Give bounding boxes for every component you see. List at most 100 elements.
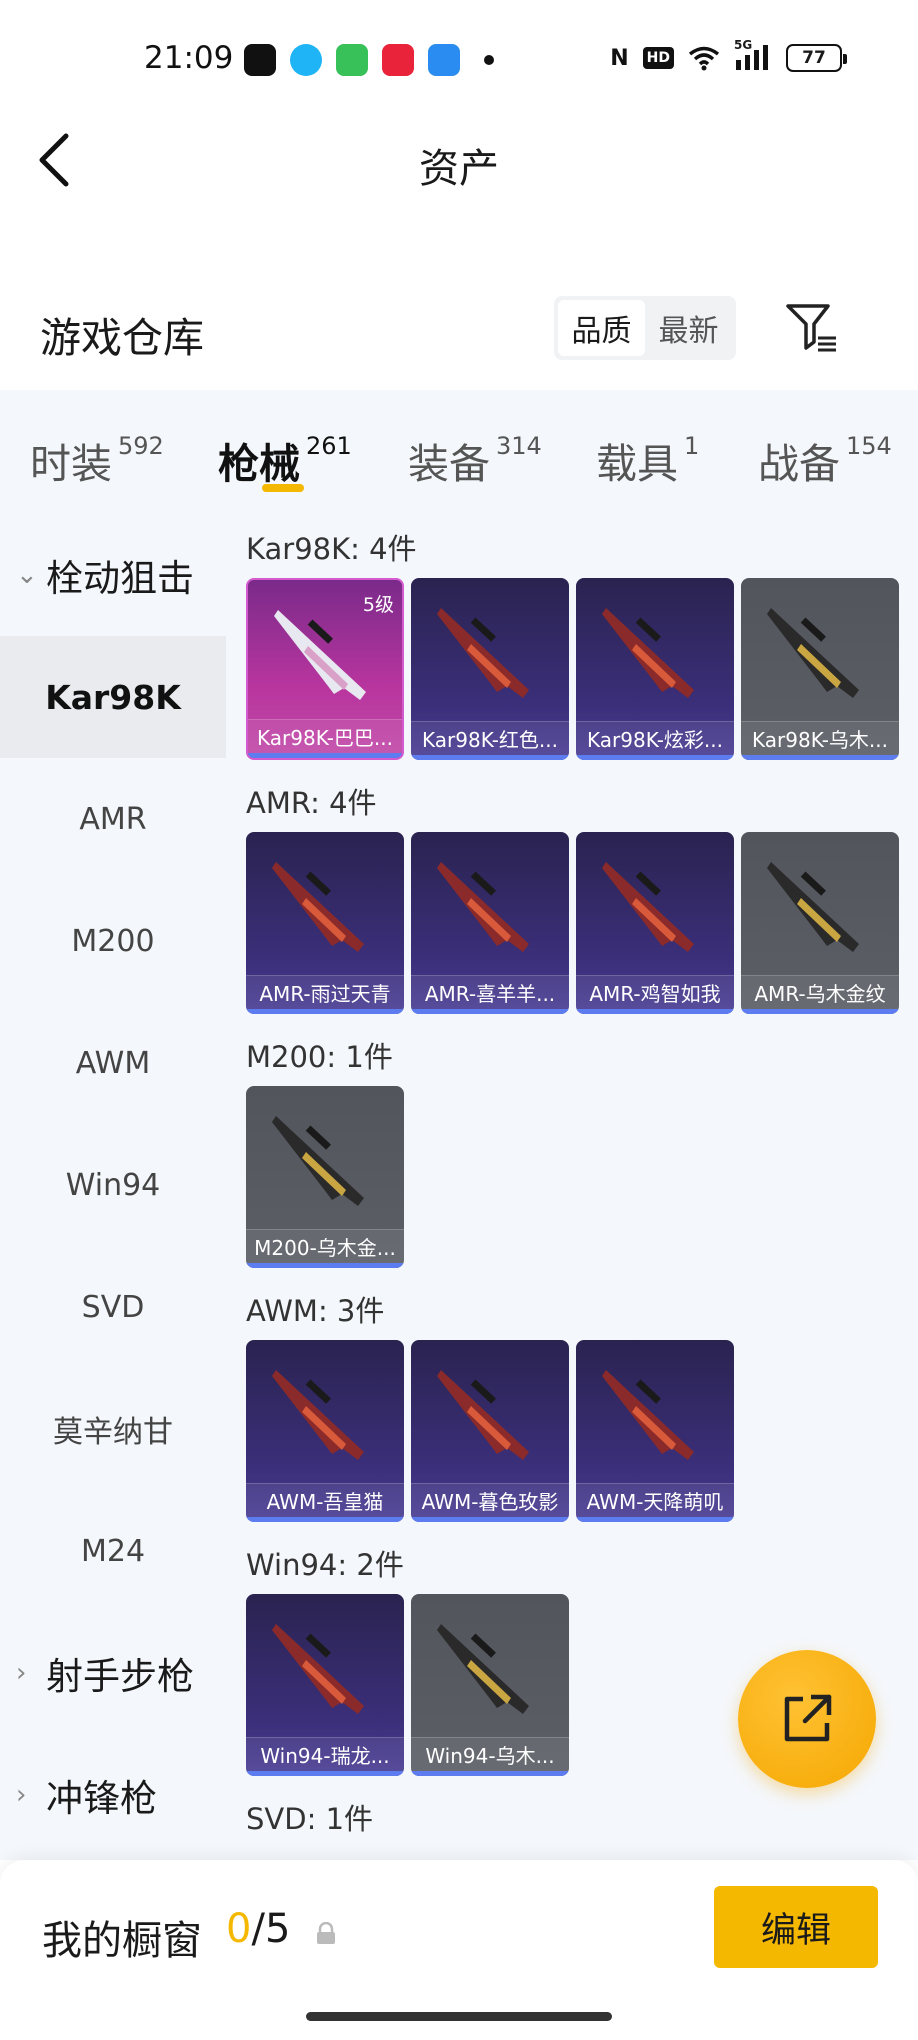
sidebar-item-svd[interactable]: SVD [0,1246,226,1368]
item-label: Win94-乌木... [411,1737,569,1771]
level-badge: 5级 [362,594,394,616]
more-notifications-icon [484,55,494,65]
item-label: Kar98K-乌木... [741,721,899,755]
item-label: Kar98K-红色... [411,721,569,755]
app-store-icon [428,44,460,76]
active-tab-indicator [262,484,304,492]
status-time: 21:09 [144,40,234,76]
tab-label: 载具 [596,440,678,488]
item-card[interactable]: Win94-瑞龙... [246,1594,404,1776]
sidebar-item-kar98k[interactable]: Kar98K [0,636,226,758]
item-label: Kar98K-炫彩... [576,721,734,755]
page-title: 资产 [419,146,499,192]
rarity-line [576,1517,734,1522]
notification-icons [244,44,494,76]
item-card[interactable]: AWM-天降萌叽 [576,1340,734,1522]
item-card[interactable]: AWM-吾皇猫 [246,1340,404,1522]
group-title: SVD: 1件 [246,1802,374,1836]
rifle-icon [602,862,694,952]
item-card[interactable]: AMR-鸡智如我 [576,832,734,1014]
item-card[interactable]: AMR-雨过天青 [246,832,404,1014]
item-label: AWM-天降萌叽 [576,1483,734,1517]
group-title: Kar98K: 4件 [246,532,417,566]
item-card[interactable]: Kar98K-红色... [411,578,569,760]
sort-option-newest[interactable]: 最新 [645,300,732,356]
tab-label: 枪械 [218,440,300,488]
lock-icon [317,1922,335,1944]
tab-vehicles[interactable]: 载具 1 [596,430,699,490]
group-title: Win94: 2件 [246,1548,404,1582]
music-icon [382,44,414,76]
showcase-separator: / [251,1906,265,1952]
item-label: AWM-吾皇猫 [246,1483,404,1517]
messages-icon [336,44,368,76]
battery-icon: 77 [786,44,847,72]
status-bar: 21:09 N HD 5G 77 [0,0,918,120]
rarity-line [246,1263,404,1268]
tab-label: 战备 [758,440,840,488]
item-label: AWM-暮色玫影 [411,1483,569,1517]
item-label: AMR-雨过天青 [246,975,404,1009]
tab-count: 592 [118,432,164,460]
showcase-max: 5 [264,1906,291,1952]
filter-icon[interactable] [784,300,840,356]
group-title: AMR: 4件 [246,786,377,820]
rarity-line [741,755,899,760]
category-tabs: 时装 592 枪械 261 装备 314 载具 1 战备 154 [0,390,918,514]
tab-skins[interactable]: 时装 592 [30,430,164,490]
showcase-current: 0 [226,1906,252,1952]
tab-label: 装备 [408,440,490,488]
tab-guns[interactable]: 枪械 261 [218,430,352,490]
sidebar-item-win94[interactable]: Win94 [0,1124,226,1246]
item-card[interactable]: M200-乌木金... [246,1086,404,1268]
item-card[interactable]: Kar98K-乌木... [741,578,899,760]
rarity-line [246,1517,404,1522]
showcase-label: 我的橱窗 [42,1918,202,1964]
share-button[interactable] [738,1650,876,1788]
item-label: Win94-瑞龙... [246,1737,404,1771]
signal-icon: 5G [734,38,772,72]
tab-count: 314 [496,432,542,460]
item-card[interactable]: AMR-喜羊羊... [411,832,569,1014]
rifle-icon [437,862,529,952]
sidebar-group-dmr[interactable]: › 射手步枪 [0,1612,226,1734]
edit-button[interactable]: 编辑 [714,1886,878,1968]
sidebar-item-mosin[interactable]: 莫辛纳甘 [0,1368,226,1490]
sidebar-group-label: 冲锋枪 [46,1777,157,1820]
item-card[interactable]: AWM-暮色玫影 [411,1340,569,1522]
group-title: AWM: 3件 [246,1294,385,1328]
sidebar-group-bolt-sniper[interactable]: ⌄ 栓动狙击 [0,514,226,636]
sidebar-item-m24[interactable]: M24 [0,1490,226,1612]
sort-option-quality[interactable]: 品质 [558,300,645,356]
rarity-line [246,1771,404,1776]
rarity-line [576,1009,734,1014]
tab-count: 154 [846,432,892,460]
item-card[interactable]: 5级 Kar98K-巴巴... [246,578,404,760]
showcase-count: 0/5 [226,1906,290,1952]
item-label: Kar98K-巴巴... [248,719,402,753]
tab-equipment[interactable]: 装备 314 [408,430,542,490]
sidebar-item-awm[interactable]: AWM [0,1002,226,1124]
tab-label: 时装 [30,440,112,488]
item-label: AMR-鸡智如我 [576,975,734,1009]
item-card[interactable]: Win94-乌木... [411,1594,569,1776]
home-indicator [306,2012,612,2021]
rarity-line [741,1009,899,1014]
weapon-type-sidebar: ⌄ 栓动狙击 Kar98K AMR M200 AWM Win94 SVD 莫辛纳… [0,514,226,1860]
rifle-icon [437,1624,529,1714]
item-card[interactable]: AMR-乌木金纹 [741,832,899,1014]
sidebar-item-m200[interactable]: M200 [0,880,226,1002]
wifi-icon [688,46,720,71]
chevron-right-icon: › [16,1658,27,1688]
rifle-icon [767,862,859,952]
rifle-icon [272,1116,364,1206]
tab-gear[interactable]: 战备 154 [758,430,892,490]
rarity-line [411,1517,569,1522]
sidebar-group-smg[interactable]: › 冲锋枪 [0,1734,226,1856]
hd-icon: HD [642,47,674,69]
rarity-line [248,753,402,758]
rifle-icon [437,1370,529,1460]
sort-toggle: 品质 最新 [554,296,736,360]
sidebar-item-amr[interactable]: AMR [0,758,226,880]
item-card[interactable]: Kar98K-炫彩... [576,578,734,760]
